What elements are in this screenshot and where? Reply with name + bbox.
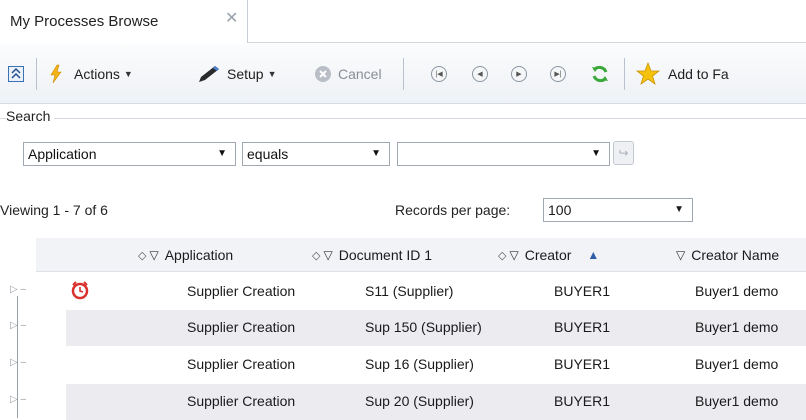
next-page-button[interactable]: ▶	[511, 44, 527, 104]
search-operator-select[interactable]: equals ▼	[242, 142, 390, 166]
cell-creator: BUYER1	[554, 393, 611, 409]
sort-icon[interactable]: ◇	[138, 249, 146, 262]
records-per-page-label: Records per page:	[395, 202, 511, 218]
viewing-count: Viewing 1 - 7 of 6	[0, 202, 108, 218]
chevron-down-icon: ▼	[371, 148, 381, 159]
expand-row-icon[interactable]: ▷ –	[10, 394, 26, 405]
chevron-down-icon: ▼	[123, 69, 133, 79]
filter-icon[interactable]: ▽	[323, 248, 332, 262]
table-row[interactable]: ▷ – Supplier Creation Sup 20 (Supplier) …	[0, 384, 806, 420]
cell-creator-name: Buyer1 demo	[695, 393, 779, 409]
column-label: Application	[164, 247, 234, 263]
previous-page-button[interactable]: ◀	[472, 44, 488, 104]
sort-icon[interactable]: ◇	[312, 249, 320, 262]
table-row[interactable]: ▷ – Supplier Creation Sup 150 (Supplier)…	[0, 310, 806, 346]
last-page-button[interactable]: ▶|	[550, 44, 566, 104]
cell-creator: BUYER1	[554, 319, 611, 335]
cell-document-id[interactable]: S11 (Supplier)	[365, 283, 453, 299]
refresh-button[interactable]	[590, 44, 610, 104]
records-per-page-select[interactable]: 100 ▼	[543, 198, 693, 222]
cell-application: Supplier Creation	[187, 319, 296, 335]
cancel-icon	[315, 66, 331, 82]
tab-title: My Processes Browse	[10, 13, 159, 30]
table-row[interactable]: ▷ – Supplier Creation Sup 16 (Supplier) …	[0, 347, 806, 383]
sort-icon[interactable]: ◇	[498, 249, 506, 262]
cell-application: Supplier Creation	[187, 283, 296, 299]
cancel-label: Cancel	[338, 66, 382, 82]
alarm-clock-icon	[71, 281, 89, 300]
cell-creator: BUYER1	[554, 356, 611, 372]
cell-creator: BUYER1	[554, 283, 611, 299]
search-value-select[interactable]: ▼	[397, 142, 610, 166]
cell-application: Supplier Creation	[187, 393, 296, 409]
cell-creator-name: Buyer1 demo	[695, 319, 779, 335]
last-page-icon: ▶|	[550, 66, 566, 82]
first-page-button[interactable]: |◀	[431, 44, 447, 104]
chevron-down-icon: ▼	[217, 148, 227, 159]
column-label: Creator Name	[691, 247, 780, 263]
sort-ascending-icon: ▲	[587, 248, 600, 262]
column-header-creator-name[interactable]: ▽ Creator Name	[676, 238, 779, 272]
column-label: Creator	[524, 247, 572, 263]
pen-icon	[199, 66, 219, 82]
records-per-page-value: 100	[548, 202, 572, 218]
toolbar-separator	[624, 58, 625, 90]
first-page-icon: |◀	[431, 66, 447, 82]
table-row[interactable]: ▷ – Supplier Creation S11 (Supplier) BUY…	[0, 274, 806, 310]
cell-document-id[interactable]: Sup 16 (Supplier)	[365, 356, 474, 372]
search-operator-value: equals	[247, 146, 289, 162]
tab-strip: My Processes Browse ✕	[0, 0, 806, 43]
collapse-button[interactable]	[8, 44, 24, 104]
column-header-application[interactable]: ◇ ▽ Application	[138, 238, 233, 272]
lightning-icon	[50, 64, 62, 84]
cell-application: Supplier Creation	[187, 356, 296, 372]
search-go-button[interactable]: ↪	[613, 141, 634, 165]
expand-row-icon[interactable]: ▷ –	[10, 357, 26, 368]
cell-document-id[interactable]: Sup 20 (Supplier)	[365, 393, 474, 409]
cell-creator-name: Buyer1 demo	[695, 356, 779, 372]
search-legend: Search	[6, 108, 55, 124]
chevron-down-icon: ▼	[267, 69, 277, 79]
previous-page-icon: ◀	[472, 66, 488, 82]
refresh-icon	[592, 65, 608, 83]
filter-icon[interactable]: ▽	[676, 248, 685, 262]
expand-row-icon[interactable]: ▷ –	[10, 284, 26, 295]
collapse-icon	[8, 66, 24, 82]
filter-icon[interactable]: ▽	[149, 248, 158, 262]
close-icon[interactable]: ✕	[225, 11, 241, 27]
add-to-favorites-button[interactable]: Add to Fa	[636, 44, 729, 104]
grid-header: ◇ ▽ Application ◇ ▽ Document ID 1 ◇ ▽ Cr…	[36, 238, 806, 272]
filter-icon[interactable]: ▽	[509, 248, 518, 262]
cell-document-id[interactable]: Sup 150 (Supplier)	[365, 319, 482, 335]
chevron-down-icon: ▼	[674, 204, 684, 215]
star-icon	[636, 62, 660, 86]
search-divider	[0, 118, 806, 119]
actions-menu-button[interactable]: Actions ▼	[48, 44, 133, 104]
toolbar-separator	[36, 58, 37, 90]
setup-label: Setup	[227, 66, 264, 82]
search-field-select[interactable]: Application ▼	[23, 142, 236, 166]
search-field-value: Application	[28, 146, 97, 162]
chevron-down-icon: ▼	[591, 148, 601, 159]
setup-menu-button[interactable]: Setup ▼	[197, 44, 277, 104]
column-header-document-id[interactable]: ◇ ▽ Document ID 1	[312, 238, 432, 272]
next-page-icon: ▶	[511, 66, 527, 82]
toolbar-separator	[403, 58, 404, 90]
add-to-favorites-label: Add to Fa	[668, 66, 729, 82]
toolbar: Actions ▼ Setup ▼ Cancel |◀ ◀ ▶ ▶| Add t…	[0, 44, 806, 104]
tab-my-processes-browse[interactable]: My Processes Browse ✕	[0, 0, 248, 43]
cell-creator-name: Buyer1 demo	[695, 283, 779, 299]
go-arrow-icon: ↪	[618, 146, 629, 160]
expand-row-icon[interactable]: ▷ –	[10, 320, 26, 331]
column-label: Document ID 1	[338, 247, 433, 263]
column-header-creator[interactable]: ◇ ▽ Creator ▲	[498, 238, 599, 272]
cancel-button[interactable]: Cancel	[314, 44, 382, 104]
actions-label: Actions	[74, 66, 120, 82]
